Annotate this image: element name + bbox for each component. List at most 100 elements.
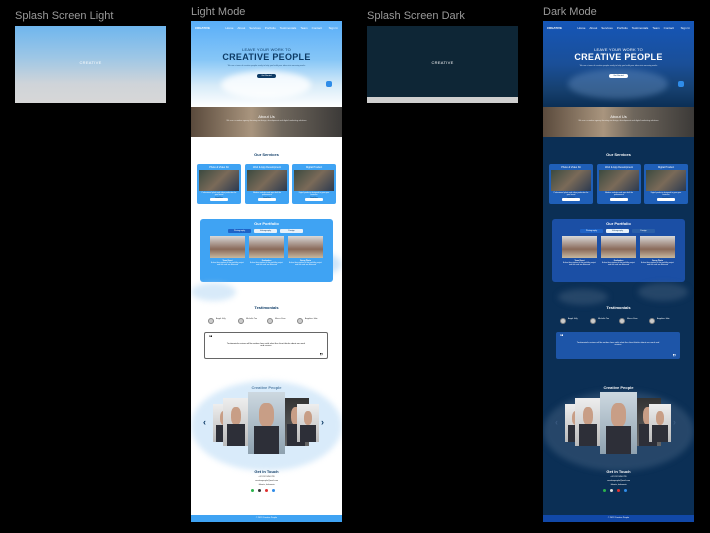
- hero-cta-button[interactable]: Get Started: [609, 74, 628, 78]
- service-read-more-button[interactable]: Read More: [562, 198, 580, 201]
- linkedin-icon[interactable]: [624, 489, 627, 492]
- nav-link[interactable]: Team: [300, 26, 307, 30]
- team-member-card[interactable]: [575, 398, 601, 446]
- contact-phone[interactable]: +62 812 3456 789: [593, 476, 644, 478]
- testimonial-person[interactable]: Michelle Tan: [238, 317, 262, 327]
- about-title: About Us: [258, 114, 275, 119]
- team-member-card-active[interactable]: [248, 392, 285, 454]
- portfolio-image[interactable]: [640, 236, 675, 258]
- team-member-card-active[interactable]: [600, 392, 637, 454]
- service-card-text: Digital products designed to grow your b…: [650, 192, 682, 196]
- service-card[interactable]: Photo & Video Kit Professional photo and…: [197, 164, 241, 204]
- testimonial-person[interactable]: Marco Jhon: [619, 317, 643, 327]
- portfolio-image[interactable]: [288, 236, 323, 258]
- team-member-card[interactable]: [297, 404, 319, 442]
- portfolio-tab[interactable]: Videography: [606, 229, 629, 233]
- portfolio-tabs: Photography Videography Design: [580, 229, 655, 233]
- whatsapp-icon[interactable]: [603, 489, 606, 492]
- team-member-card[interactable]: [223, 398, 249, 446]
- nav-logo[interactable]: CREATIVE: [195, 26, 210, 30]
- portfolio-image[interactable]: [249, 236, 284, 258]
- testimonial-person[interactable]: Michelle Tan: [590, 317, 614, 327]
- contact-email[interactable]: creativepeople@mail.com: [593, 480, 644, 482]
- youtube-icon[interactable]: [265, 489, 268, 492]
- contact-phone[interactable]: +62 812 3456 789: [241, 476, 292, 478]
- service-card[interactable]: Web & App Development Modern websites an…: [597, 164, 641, 204]
- nav-link[interactable]: Contact: [664, 26, 674, 30]
- nav-signin-button[interactable]: Sign In: [681, 26, 690, 30]
- contact-address: Jakarta, Indonesia: [610, 484, 627, 486]
- hero-cta-button[interactable]: Get Started: [257, 74, 276, 78]
- testimonial-person[interactable]: Angel Jully: [208, 317, 232, 327]
- linkedin-icon[interactable]: [272, 489, 275, 492]
- chat-icon[interactable]: [326, 81, 332, 87]
- portfolio-image[interactable]: [601, 236, 636, 258]
- portfolio-tab[interactable]: Photography: [580, 229, 603, 233]
- carousel-prev-icon[interactable]: ‹: [555, 417, 558, 427]
- chat-icon[interactable]: [678, 81, 684, 87]
- service-card[interactable]: Digital Product Digital products designe…: [292, 164, 336, 204]
- about-text: We are a creative agency focusing on des…: [226, 120, 307, 122]
- portfolio-image[interactable]: [210, 236, 245, 258]
- testimonial-person[interactable]: Angelina Jolie: [297, 317, 321, 327]
- service-read-more-button[interactable]: Read More: [305, 198, 323, 201]
- github-icon[interactable]: [610, 489, 613, 492]
- carousel-next-icon[interactable]: ›: [673, 417, 676, 427]
- carousel-prev-icon[interactable]: ‹: [203, 417, 206, 427]
- splash-screen-light-frame[interactable]: CREATIVE: [15, 26, 166, 103]
- portfolio-tab[interactable]: Photography: [228, 229, 251, 233]
- nav-link[interactable]: Testimonials: [280, 26, 297, 30]
- contact-title: Get In Touch: [606, 469, 631, 474]
- github-icon[interactable]: [258, 489, 261, 492]
- portfolio-tab[interactable]: Videography: [254, 229, 277, 233]
- nav-link[interactable]: About: [589, 26, 597, 30]
- nav-link[interactable]: Testimonials: [632, 26, 649, 30]
- contact-address: Jakarta, Indonesia: [258, 484, 275, 486]
- portfolio-tab[interactable]: Design: [280, 229, 303, 233]
- nav-logo[interactable]: CREATIVE: [547, 26, 562, 30]
- service-card-image: [199, 170, 239, 191]
- youtube-icon[interactable]: [617, 489, 620, 492]
- service-card-title: Digital Product: [657, 166, 675, 169]
- portfolio-tab[interactable]: Design: [632, 229, 655, 233]
- splash-screen-dark-frame[interactable]: CREATIVE: [367, 26, 518, 103]
- nav-link[interactable]: Home: [577, 26, 585, 30]
- nav-link[interactable]: Team: [652, 26, 659, 30]
- service-card[interactable]: Digital Product Digital products designe…: [644, 164, 688, 204]
- service-card-title: Web & App Development: [605, 166, 633, 169]
- service-read-more-button[interactable]: Read More: [610, 198, 628, 201]
- about-title: About Us: [610, 114, 627, 119]
- testimonial-person[interactable]: Marco Jhon: [267, 317, 291, 327]
- service-card[interactable]: Web & App Development Modern websites an…: [245, 164, 289, 204]
- avatar: [208, 318, 214, 324]
- portfolio-image[interactable]: [562, 236, 597, 258]
- whatsapp-icon[interactable]: [251, 489, 254, 492]
- carousel-next-icon[interactable]: ›: [321, 417, 324, 427]
- nav-link[interactable]: Portfolio: [617, 26, 628, 30]
- testimonial-person[interactable]: Angel Jully: [560, 317, 584, 327]
- nav-link[interactable]: Services: [249, 26, 261, 30]
- team-title: Creative People: [603, 385, 634, 390]
- portfolio-section: Our Portfolio Photography Videography De…: [552, 219, 685, 282]
- portfolio-caption: Team Event A short description of this po…: [211, 260, 244, 266]
- service-card[interactable]: Photo & Video Kit Professional photo and…: [549, 164, 593, 204]
- service-read-more-button[interactable]: Read More: [657, 198, 675, 201]
- service-card-text: Professional photo and video production …: [553, 192, 589, 196]
- service-read-more-button[interactable]: Read More: [258, 198, 276, 201]
- team-member-card[interactable]: [649, 404, 671, 442]
- hero-subtitle: We are a team of creative people ready t…: [579, 65, 658, 67]
- service-card-text: Digital products designed to grow your b…: [298, 192, 330, 196]
- nav-link[interactable]: About: [237, 26, 245, 30]
- nav-signin-button[interactable]: Sign In: [329, 26, 338, 30]
- nav-link[interactable]: Contact: [312, 26, 322, 30]
- contact-email[interactable]: creativepeople@mail.com: [241, 480, 292, 482]
- nav-link[interactable]: Services: [601, 26, 613, 30]
- service-read-more-button[interactable]: Read More: [210, 198, 228, 201]
- nav-link[interactable]: Home: [225, 26, 233, 30]
- dark-mode-frame[interactable]: CREATIVE Home About Services Portfolio T…: [543, 21, 694, 522]
- testimonial-person[interactable]: Angelina Jolie: [649, 317, 673, 327]
- nav-link[interactable]: Portfolio: [265, 26, 276, 30]
- team-carousel: [565, 392, 672, 456]
- about-section: About Us We are a creative agency focusi…: [191, 107, 342, 137]
- light-mode-frame[interactable]: CREATIVE Home About Services Portfolio T…: [191, 21, 342, 522]
